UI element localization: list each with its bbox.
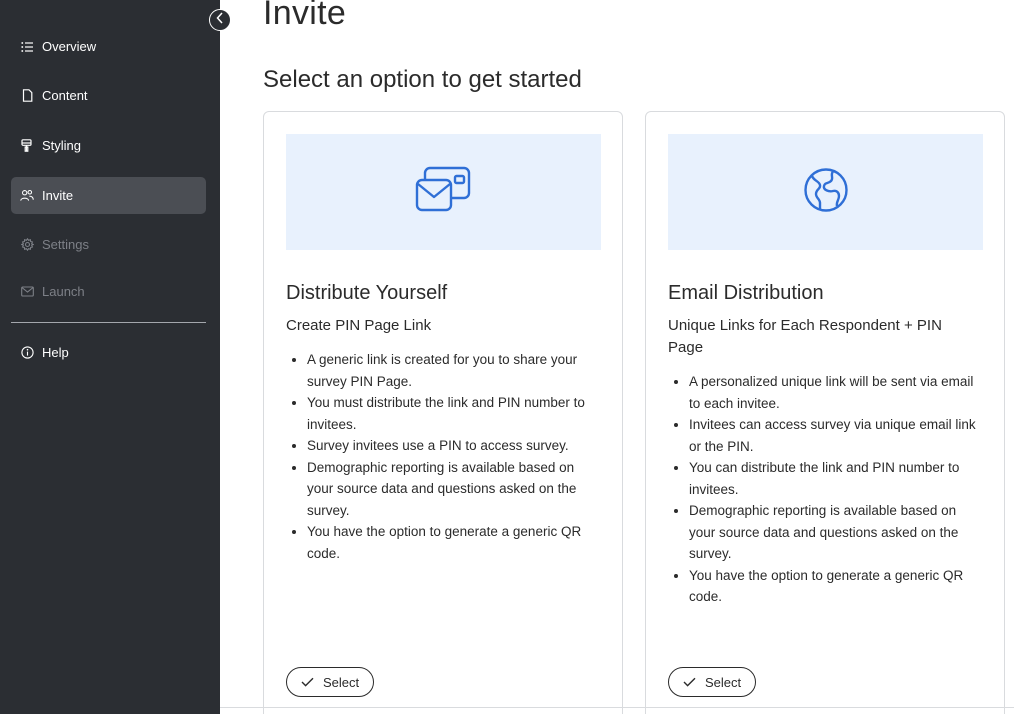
page-icon	[20, 89, 34, 103]
brush-icon	[20, 139, 34, 153]
option-card-distribute-yourself: Distribute Yourself Create PIN Page Link…	[263, 111, 623, 714]
list-item: You have the option to generate a generi…	[689, 565, 986, 608]
option-card-email-distribution: Email Distribution Unique Links for Each…	[645, 111, 1005, 714]
main-content: Invite Select an option to get started D…	[220, 0, 1014, 714]
page-title: Invite	[263, 0, 347, 32]
card-bullet-list: A personalized unique link will be sent …	[668, 371, 986, 608]
select-button[interactable]: Select	[286, 667, 375, 697]
sidebar-item-label: Settings	[42, 237, 89, 252]
collapse-sidebar-button[interactable]	[209, 9, 231, 31]
sidebar-item-label: Launch	[42, 284, 85, 299]
list-item: Demographic reporting is available based…	[307, 457, 604, 522]
sidebar-item-settings[interactable]: Settings	[11, 226, 206, 263]
select-button[interactable]: Select	[668, 667, 757, 697]
sidebar-item-label: Invite	[42, 188, 74, 203]
list-item: You can distribute the link and PIN numb…	[689, 457, 986, 500]
list-item: A personalized unique link will be sent …	[689, 371, 986, 414]
card-subtitle: Unique Links for Each Respondent + PIN P…	[668, 317, 942, 356]
list-item: Survey invitees use a PIN to access surv…	[307, 435, 604, 457]
globe-icon	[803, 167, 849, 218]
sidebar-item-label: Styling	[42, 138, 82, 153]
sidebar-divider	[11, 322, 206, 323]
sidebar-item-invite[interactable]: Invite	[11, 177, 206, 214]
info-icon	[20, 346, 34, 360]
sidebar-item-content[interactable]: Content	[11, 77, 206, 114]
list-icon	[20, 40, 34, 54]
select-button-label: Select	[323, 674, 360, 690]
list-item: You have the option to generate a generi…	[307, 521, 604, 564]
sidebar: Overview Content Styling Invite Settings…	[0, 0, 220, 714]
card-bullet-list: A generic link is created for you to sha…	[286, 349, 604, 564]
sidebar-item-label: Overview	[42, 39, 97, 54]
people-icon	[20, 189, 34, 203]
gear-icon	[20, 238, 34, 252]
sidebar-item-overview[interactable]: Overview	[11, 28, 206, 65]
checkmark-icon	[683, 677, 696, 687]
mail-icon	[20, 285, 34, 299]
card-title: Email Distribution	[668, 282, 824, 304]
card-subtitle: Create PIN Page Link	[286, 317, 432, 334]
sidebar-item-styling[interactable]: Styling	[11, 127, 206, 164]
chevron-left-icon	[215, 11, 225, 29]
list-item: A generic link is created for you to sha…	[307, 349, 604, 392]
list-item: Demographic reporting is available based…	[689, 500, 986, 565]
page-subtitle: Select an option to get started	[263, 66, 582, 93]
sidebar-item-label: Help	[42, 345, 69, 360]
envelope-cards-icon	[415, 166, 473, 219]
card-title: Distribute Yourself	[286, 282, 448, 304]
sidebar-item-help[interactable]: Help	[11, 334, 206, 371]
sidebar-item-label: Content	[42, 88, 88, 103]
card-hero	[668, 134, 983, 250]
checkmark-icon	[301, 677, 314, 687]
list-item: You must distribute the link and PIN num…	[307, 392, 604, 435]
card-hero	[286, 134, 601, 250]
sidebar-item-launch[interactable]: Launch	[11, 273, 206, 310]
select-button-label: Select	[705, 674, 742, 690]
footer-divider	[220, 707, 1014, 708]
list-item: Invitees can access survey via unique em…	[689, 414, 986, 457]
